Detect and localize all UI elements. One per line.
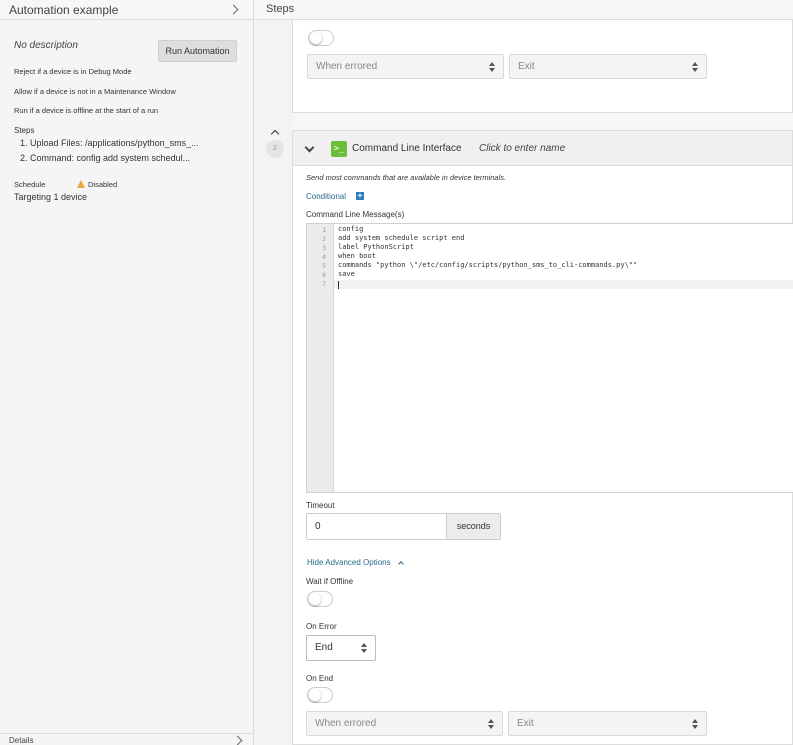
- warning-icon: [77, 180, 85, 188]
- chevron-up-icon[interactable]: [398, 561, 404, 567]
- previous-action-value: Exit: [518, 61, 535, 72]
- schedule-label: Schedule: [14, 180, 46, 189]
- code-line: when boot: [338, 252, 376, 260]
- line-number: 6: [322, 271, 326, 279]
- step-number-badge: 2: [266, 140, 284, 158]
- line-number: 7: [322, 280, 326, 288]
- step-summary-2[interactable]: 2. Command: config add system schedul...: [20, 153, 190, 163]
- automation-panel: Automation example No description Run Au…: [0, 0, 254, 745]
- targeting-summary: Targeting 1 device: [14, 192, 88, 202]
- code-line: label PythonScript: [338, 243, 414, 251]
- text-cursor: [338, 281, 339, 289]
- line-number: 5: [322, 262, 326, 270]
- end-condition-value: When errored: [315, 718, 377, 729]
- chevron-down-icon[interactable]: [304, 142, 315, 153]
- command-editor[interactable]: 1 2 3 4 5 6 7 config add system schedule…: [306, 223, 793, 493]
- step-name-field[interactable]: Click to enter name: [479, 143, 565, 154]
- details-label: Details: [9, 736, 34, 745]
- previous-step-card: When errored Exit: [292, 20, 793, 113]
- previous-action-select[interactable]: Exit: [509, 54, 707, 79]
- run-automation-button[interactable]: Run Automation: [158, 40, 237, 62]
- command-messages-label: Command Line Message(s): [306, 210, 405, 219]
- previous-condition-select[interactable]: When errored: [307, 54, 504, 79]
- add-condition-icon[interactable]: +: [356, 192, 364, 200]
- rule-debug-mode: Reject if a device is in Debug Mode: [14, 67, 132, 76]
- timeout-label: Timeout: [306, 501, 335, 510]
- hide-advanced-options-link[interactable]: Hide Advanced Options: [307, 558, 391, 567]
- end-condition-select[interactable]: When errored: [306, 711, 503, 736]
- conditional-link[interactable]: Conditional: [306, 192, 346, 201]
- line-number: 4: [322, 253, 326, 261]
- wait-if-offline-toggle[interactable]: [307, 591, 333, 607]
- on-end-toggle[interactable]: [307, 687, 333, 703]
- line-number-gutter: 1 2 3 4 5 6 7: [307, 224, 334, 492]
- steps-panel: Steps When errored Exit 2 >_ Command Lin…: [255, 0, 793, 745]
- automation-title: Automation example: [9, 3, 119, 17]
- on-end-label: On End: [306, 674, 334, 683]
- active-line-highlight: [307, 280, 793, 289]
- on-error-label: On Error: [306, 622, 337, 631]
- code-line: save: [338, 270, 355, 278]
- details-bar[interactable]: Details: [0, 733, 253, 745]
- on-error-select[interactable]: End: [306, 635, 376, 661]
- end-action-value: Exit: [517, 718, 534, 729]
- previous-condition-value: When errored: [316, 61, 378, 72]
- select-arrows-icon: [692, 62, 698, 72]
- terminal-icon: >_: [331, 141, 347, 157]
- select-arrows-icon: [692, 719, 698, 729]
- rule-maintenance-window: Allow if a device is not in a Maintenanc…: [14, 87, 176, 96]
- wait-if-offline-label: Wait if Offline: [306, 577, 354, 586]
- chevron-right-icon[interactable]: [228, 4, 239, 15]
- rule-offline: Run if a device is offline at the start …: [14, 106, 159, 115]
- select-arrows-icon: [361, 643, 367, 653]
- step-summary-1[interactable]: 1. Upload Files: /applications/python_sm…: [20, 138, 199, 148]
- chevron-right-icon[interactable]: [232, 735, 243, 745]
- step-type-title: Command Line Interface: [352, 143, 462, 154]
- code-line: add system schedule script end: [338, 234, 465, 242]
- select-arrows-icon: [488, 719, 494, 729]
- select-arrows-icon: [489, 62, 495, 72]
- code-line: config: [338, 225, 364, 233]
- automation-description: No description: [14, 40, 78, 51]
- steps-label: Steps: [14, 126, 35, 135]
- line-number: 1: [322, 226, 326, 234]
- automation-header[interactable]: Automation example: [0, 0, 253, 20]
- steps-header: Steps: [255, 0, 793, 20]
- timeout-unit: seconds: [446, 513, 501, 540]
- line-number: 3: [322, 244, 326, 252]
- schedule-status: Disabled: [88, 180, 118, 189]
- end-action-select[interactable]: Exit: [508, 711, 707, 736]
- on-error-value: End: [315, 642, 333, 653]
- timeout-input[interactable]: 0: [306, 513, 447, 540]
- code-line: commands "python \"/etc/config/scripts/p…: [338, 261, 638, 269]
- steps-gutter: [255, 20, 293, 745]
- line-number: 2: [322, 235, 326, 243]
- step-description: Send most commands that are available in…: [306, 173, 507, 182]
- steps-title: Steps: [266, 3, 295, 15]
- step-card-header[interactable]: >_ Command Line Interface Click to enter…: [293, 131, 792, 166]
- step-card: >_ Command Line Interface Click to enter…: [292, 130, 793, 745]
- previous-step-toggle[interactable]: [308, 30, 334, 46]
